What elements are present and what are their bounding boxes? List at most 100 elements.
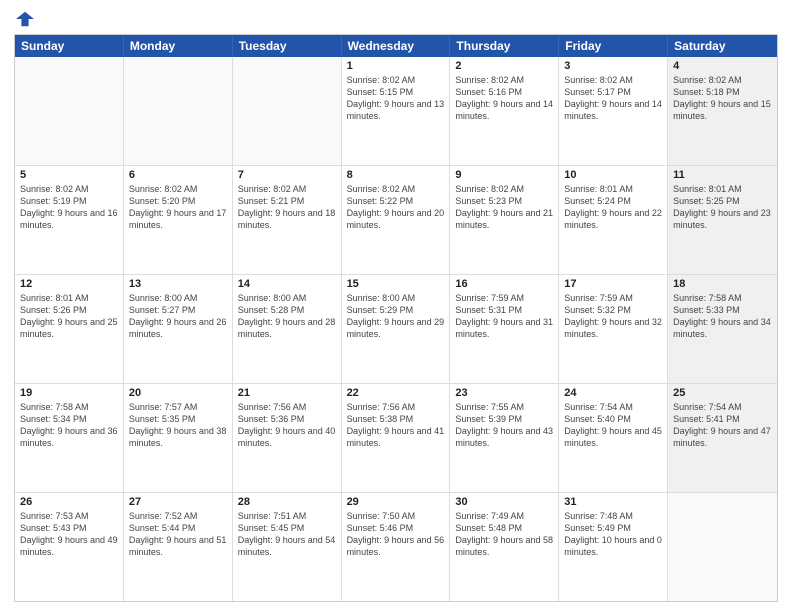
- cell-date: 20: [129, 387, 227, 399]
- calendar-cell: 14 Sunrise: 8:00 AM Sunset: 5:28 PM Dayli…: [233, 275, 342, 383]
- cell-date: 11: [673, 169, 772, 181]
- cell-date: 12: [20, 278, 118, 290]
- day-header-wednesday: Wednesday: [342, 35, 451, 57]
- calendar-cell: 20 Sunrise: 7:57 AM Sunset: 5:35 PM Dayli…: [124, 384, 233, 492]
- cell-info: Sunrise: 8:02 AM Sunset: 5:16 PM Dayligh…: [455, 74, 553, 123]
- header: [14, 10, 778, 28]
- logo-bird-icon: [16, 10, 34, 28]
- cell-info: Sunrise: 7:57 AM Sunset: 5:35 PM Dayligh…: [129, 401, 227, 450]
- cell-date: 10: [564, 169, 662, 181]
- cell-info: Sunrise: 7:52 AM Sunset: 5:44 PM Dayligh…: [129, 510, 227, 559]
- week-row-5: 26Sunrise: 7:53 AM Sunset: 5:43 PM Dayli…: [15, 492, 777, 601]
- cell-date: 4: [673, 60, 772, 72]
- cell-info: Sunrise: 7:53 AM Sunset: 5:43 PM Dayligh…: [20, 510, 118, 559]
- cell-date: 2: [455, 60, 553, 72]
- calendar-cell: 15 Sunrise: 8:00 AM Sunset: 5:29 PM Dayli…: [342, 275, 451, 383]
- calendar-cell: 19 Sunrise: 7:58 AM Sunset: 5:34 PM Dayli…: [15, 384, 124, 492]
- cell-date: 31: [564, 496, 662, 508]
- cell-info: Sunrise: 8:02 AM Sunset: 5:18 PM Dayligh…: [673, 74, 772, 123]
- cell-info: Sunrise: 8:01 AM Sunset: 5:24 PM Dayligh…: [564, 183, 662, 232]
- cell-info: Sunrise: 8:02 AM Sunset: 5:20 PM Dayligh…: [129, 183, 227, 232]
- cell-info: Sunrise: 7:54 AM Sunset: 5:40 PM Dayligh…: [564, 401, 662, 450]
- calendar-cell: 26Sunrise: 7:53 AM Sunset: 5:43 PM Dayli…: [15, 493, 124, 601]
- calendar-cell: 13 Sunrise: 8:00 AM Sunset: 5:27 PM Dayli…: [124, 275, 233, 383]
- day-header-friday: Friday: [559, 35, 668, 57]
- cell-date: 29: [347, 496, 445, 508]
- cell-info: Sunrise: 8:02 AM Sunset: 5:17 PM Dayligh…: [564, 74, 662, 123]
- cell-date: 13: [129, 278, 227, 290]
- calendar-cell: 7 Sunrise: 8:02 AM Sunset: 5:21 PM Daylig…: [233, 166, 342, 274]
- cell-info: Sunrise: 7:56 AM Sunset: 5:36 PM Dayligh…: [238, 401, 336, 450]
- calendar-cell: [124, 57, 233, 165]
- calendar-cell: 22Sunrise: 7:56 AM Sunset: 5:38 PM Dayli…: [342, 384, 451, 492]
- cell-info: Sunrise: 7:49 AM Sunset: 5:48 PM Dayligh…: [455, 510, 553, 559]
- calendar: SundayMondayTuesdayWednesdayThursdayFrid…: [14, 34, 778, 602]
- calendar-cell: 6Sunrise: 8:02 AM Sunset: 5:20 PM Daylig…: [124, 166, 233, 274]
- calendar-cell: 9 Sunrise: 8:02 AM Sunset: 5:23 PM Daylig…: [450, 166, 559, 274]
- weeks: 1 Sunrise: 8:02 AM Sunset: 5:15 PM Daylig…: [15, 57, 777, 601]
- cell-date: 15: [347, 278, 445, 290]
- cell-info: Sunrise: 8:02 AM Sunset: 5:22 PM Dayligh…: [347, 183, 445, 232]
- cell-date: 7: [238, 169, 336, 181]
- cell-date: 21: [238, 387, 336, 399]
- cell-info: Sunrise: 8:01 AM Sunset: 5:26 PM Dayligh…: [20, 292, 118, 341]
- calendar-cell: 1 Sunrise: 8:02 AM Sunset: 5:15 PM Daylig…: [342, 57, 451, 165]
- calendar-cell: 30 Sunrise: 7:49 AM Sunset: 5:48 PM Dayli…: [450, 493, 559, 601]
- cell-info: Sunrise: 7:54 AM Sunset: 5:41 PM Dayligh…: [673, 401, 772, 450]
- calendar-cell: 3Sunrise: 8:02 AM Sunset: 5:17 PM Daylig…: [559, 57, 668, 165]
- cell-date: 30: [455, 496, 553, 508]
- cell-date: 8: [347, 169, 445, 181]
- calendar-cell: 11Sunrise: 8:01 AM Sunset: 5:25 PM Dayli…: [668, 166, 777, 274]
- cell-info: Sunrise: 8:02 AM Sunset: 5:23 PM Dayligh…: [455, 183, 553, 232]
- calendar-cell: 29 Sunrise: 7:50 AM Sunset: 5:46 PM Dayli…: [342, 493, 451, 601]
- cell-date: 14: [238, 278, 336, 290]
- calendar-cell: 27 Sunrise: 7:52 AM Sunset: 5:44 PM Dayli…: [124, 493, 233, 601]
- cell-date: 16: [455, 278, 553, 290]
- cell-info: Sunrise: 8:02 AM Sunset: 5:15 PM Dayligh…: [347, 74, 445, 123]
- calendar-cell: 5Sunrise: 8:02 AM Sunset: 5:19 PM Daylig…: [15, 166, 124, 274]
- cell-info: Sunrise: 8:00 AM Sunset: 5:27 PM Dayligh…: [129, 292, 227, 341]
- day-header-saturday: Saturday: [668, 35, 777, 57]
- logo: [14, 10, 34, 28]
- calendar-cell: 10 Sunrise: 8:01 AM Sunset: 5:24 PM Dayli…: [559, 166, 668, 274]
- cell-date: 9: [455, 169, 553, 181]
- cell-date: 25: [673, 387, 772, 399]
- cell-date: 22: [347, 387, 445, 399]
- cell-date: 18: [673, 278, 772, 290]
- week-row-2: 5Sunrise: 8:02 AM Sunset: 5:19 PM Daylig…: [15, 165, 777, 274]
- cell-date: 17: [564, 278, 662, 290]
- cell-info: Sunrise: 8:00 AM Sunset: 5:29 PM Dayligh…: [347, 292, 445, 341]
- logo-text: [14, 10, 34, 28]
- calendar-cell: 23Sunrise: 7:55 AM Sunset: 5:39 PM Dayli…: [450, 384, 559, 492]
- cell-info: Sunrise: 7:59 AM Sunset: 5:31 PM Dayligh…: [455, 292, 553, 341]
- day-header-thursday: Thursday: [450, 35, 559, 57]
- calendar-cell: 24 Sunrise: 7:54 AM Sunset: 5:40 PM Dayli…: [559, 384, 668, 492]
- day-header-tuesday: Tuesday: [233, 35, 342, 57]
- cell-info: Sunrise: 7:58 AM Sunset: 5:34 PM Dayligh…: [20, 401, 118, 450]
- calendar-cell: 25 Sunrise: 7:54 AM Sunset: 5:41 PM Dayli…: [668, 384, 777, 492]
- cell-date: 19: [20, 387, 118, 399]
- cell-info: Sunrise: 7:50 AM Sunset: 5:46 PM Dayligh…: [347, 510, 445, 559]
- cell-date: 27: [129, 496, 227, 508]
- week-row-4: 19 Sunrise: 7:58 AM Sunset: 5:34 PM Dayli…: [15, 383, 777, 492]
- cell-info: Sunrise: 7:55 AM Sunset: 5:39 PM Dayligh…: [455, 401, 553, 450]
- cell-date: 28: [238, 496, 336, 508]
- calendar-cell: 4 Sunrise: 8:02 AM Sunset: 5:18 PM Daylig…: [668, 57, 777, 165]
- cell-info: Sunrise: 7:58 AM Sunset: 5:33 PM Dayligh…: [673, 292, 772, 341]
- day-header-monday: Monday: [124, 35, 233, 57]
- cell-info: Sunrise: 8:00 AM Sunset: 5:28 PM Dayligh…: [238, 292, 336, 341]
- cell-date: 1: [347, 60, 445, 72]
- calendar-cell: 17Sunrise: 7:59 AM Sunset: 5:32 PM Dayli…: [559, 275, 668, 383]
- cell-info: Sunrise: 8:02 AM Sunset: 5:21 PM Dayligh…: [238, 183, 336, 232]
- page: SundayMondayTuesdayWednesdayThursdayFrid…: [0, 0, 792, 612]
- cell-info: Sunrise: 8:02 AM Sunset: 5:19 PM Dayligh…: [20, 183, 118, 232]
- calendar-cell: [668, 493, 777, 601]
- calendar-cell: 2 Sunrise: 8:02 AM Sunset: 5:16 PM Daylig…: [450, 57, 559, 165]
- calendar-cell: 8 Sunrise: 8:02 AM Sunset: 5:22 PM Daylig…: [342, 166, 451, 274]
- cell-date: 24: [564, 387, 662, 399]
- calendar-cell: 12 Sunrise: 8:01 AM Sunset: 5:26 PM Dayli…: [15, 275, 124, 383]
- week-row-1: 1 Sunrise: 8:02 AM Sunset: 5:15 PM Daylig…: [15, 57, 777, 165]
- calendar-cell: [233, 57, 342, 165]
- week-row-3: 12 Sunrise: 8:01 AM Sunset: 5:26 PM Dayli…: [15, 274, 777, 383]
- cell-info: Sunrise: 7:48 AM Sunset: 5:49 PM Dayligh…: [564, 510, 662, 559]
